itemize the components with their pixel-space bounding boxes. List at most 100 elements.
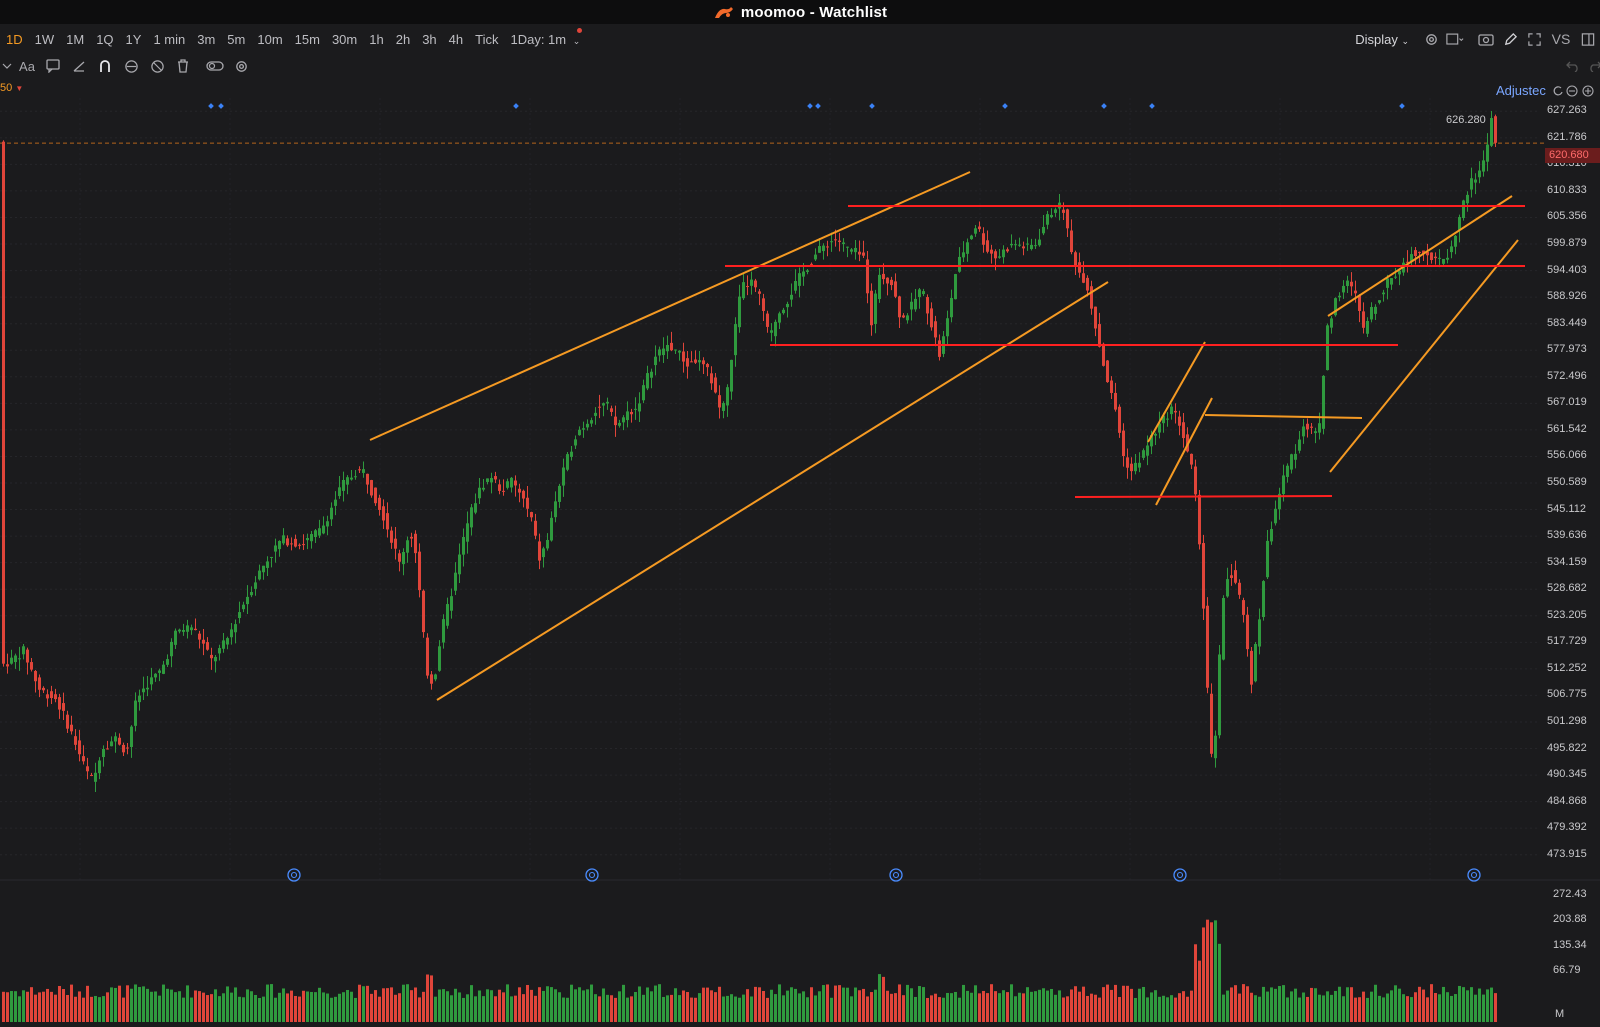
volume-bar xyxy=(1014,996,1017,1022)
candle-body xyxy=(1098,324,1101,347)
candle-body xyxy=(182,629,185,632)
candle-body xyxy=(222,640,225,649)
price-chart[interactable] xyxy=(0,0,1600,1027)
volume-bar xyxy=(1426,997,1429,1022)
volume-bar xyxy=(698,993,701,1022)
volume-bar xyxy=(1118,997,1121,1022)
candle-body xyxy=(234,624,237,633)
candle-body xyxy=(910,301,913,310)
candle-body xyxy=(1050,214,1053,218)
price-tick: 534.159 xyxy=(1547,555,1587,568)
candle-body xyxy=(546,539,549,549)
volume-bar xyxy=(450,995,453,1022)
candle-body xyxy=(962,252,965,258)
volume-bar xyxy=(278,992,281,1022)
candle-body xyxy=(498,484,501,491)
candle-body xyxy=(1174,410,1177,413)
price-tick: 523.205 xyxy=(1547,608,1587,621)
candle-body xyxy=(806,270,809,272)
candle-body xyxy=(346,477,349,485)
volume-bar xyxy=(430,975,433,1022)
volume-bar xyxy=(1294,988,1297,1022)
volume-unit: M xyxy=(1555,1008,1565,1020)
earnings-icon-inner xyxy=(588,871,596,879)
candle-body xyxy=(54,694,57,700)
volume-bar xyxy=(1366,997,1369,1022)
candle-body xyxy=(342,479,345,491)
volume-bar xyxy=(226,986,229,1022)
volume-bar xyxy=(494,996,497,1022)
volume-bar xyxy=(874,989,877,1022)
volume-bar xyxy=(302,990,305,1022)
candle-body xyxy=(650,371,653,378)
candle-body xyxy=(322,525,325,534)
volume-bar xyxy=(790,987,793,1022)
volume-bar xyxy=(962,984,965,1022)
volume-bar xyxy=(10,991,13,1022)
volume-bar xyxy=(254,994,257,1022)
volume-bar xyxy=(938,997,941,1022)
candle-body xyxy=(654,356,657,366)
volume-bar xyxy=(1274,988,1277,1022)
candle-body xyxy=(1210,693,1213,754)
candle-body xyxy=(306,538,309,541)
candle-body xyxy=(1370,307,1373,320)
volume-bar xyxy=(346,989,349,1022)
volume-bar xyxy=(1406,996,1409,1022)
candle-body xyxy=(582,428,585,430)
candle-body xyxy=(1006,249,1009,252)
candle-body xyxy=(642,385,645,401)
volume-bar xyxy=(134,984,137,1022)
candle-body xyxy=(1002,249,1005,258)
volume-bar xyxy=(1330,994,1333,1022)
volume-bar xyxy=(154,991,157,1022)
candle-body xyxy=(390,530,393,543)
volume-bar xyxy=(350,991,353,1022)
volume-bar xyxy=(854,987,857,1022)
candle-body xyxy=(38,677,41,690)
candle-body xyxy=(1074,252,1077,267)
candle-body xyxy=(634,408,637,410)
volume-bar xyxy=(838,985,841,1022)
candle-body xyxy=(442,619,445,643)
candle-body xyxy=(1054,209,1057,213)
candle-body xyxy=(554,501,557,518)
volume-bar xyxy=(1082,986,1085,1022)
volume-bar xyxy=(210,994,213,1022)
volume-bar xyxy=(1410,997,1413,1022)
candle-body xyxy=(86,766,89,772)
candle-body xyxy=(542,548,545,558)
volume-bar xyxy=(250,991,253,1022)
candle-body xyxy=(178,629,181,632)
volume-bar xyxy=(622,984,625,1022)
candle-body xyxy=(722,403,725,411)
candle-body xyxy=(822,245,825,252)
candle-body xyxy=(1314,431,1317,434)
earnings-icon-inner xyxy=(1470,871,1478,879)
volume-bar xyxy=(1242,984,1245,1022)
volume-bar xyxy=(754,986,757,1022)
volume-bar xyxy=(1042,988,1045,1022)
price-tick: 501.298 xyxy=(1547,714,1587,727)
candle-body xyxy=(386,513,389,530)
volume-bar xyxy=(1278,986,1281,1022)
candle-body xyxy=(858,251,861,255)
candle-body xyxy=(1014,244,1017,246)
candle-body xyxy=(1258,619,1261,647)
volume-bar xyxy=(722,996,725,1022)
candle-body xyxy=(1218,654,1221,736)
volume-bar xyxy=(322,992,325,1022)
volume-bar xyxy=(1250,992,1253,1022)
volume-bar xyxy=(474,996,477,1022)
volume-bar xyxy=(58,985,61,1022)
candle-body xyxy=(378,497,381,510)
volume-bar xyxy=(386,988,389,1022)
candle-body xyxy=(414,533,417,554)
volume-bar xyxy=(394,994,397,1022)
volume-bar xyxy=(18,996,21,1022)
volume-bar xyxy=(46,988,49,1022)
candle-body xyxy=(1118,406,1121,433)
volume-bar xyxy=(954,991,957,1022)
candle-body xyxy=(838,240,841,242)
volume-bar xyxy=(602,988,605,1022)
